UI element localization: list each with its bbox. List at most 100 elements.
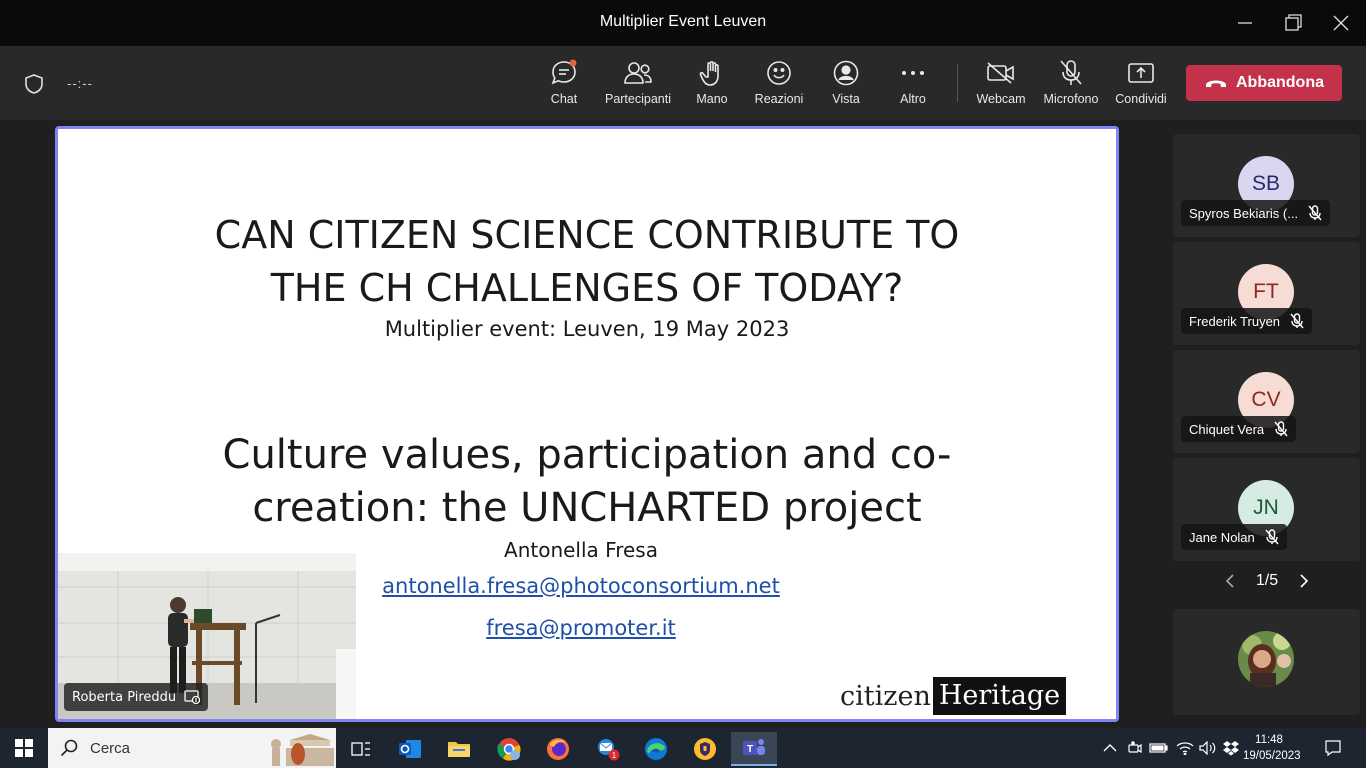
start-button[interactable]	[0, 728, 48, 768]
taskbar-clock[interactable]: 11:48 19/05/2023	[1243, 732, 1301, 764]
brave-icon[interactable]	[685, 732, 725, 766]
outlook-icon[interactable]	[390, 732, 430, 766]
slide-subtitle: Multiplier event: Leuven, 19 May 2023	[384, 317, 790, 341]
participant-name: Jane Nolan	[1189, 529, 1255, 545]
citizen-heritage-logo: citizen Heritage	[840, 677, 1067, 715]
chat-label: Chat	[550, 92, 578, 106]
maximize-button[interactable]	[1270, 8, 1316, 38]
dropbox-icon[interactable]	[1221, 728, 1241, 768]
mail-badge: 1	[612, 751, 617, 760]
edge-icon[interactable]	[636, 732, 676, 766]
chevron-up-icon[interactable]	[1100, 728, 1120, 768]
toolbar-divider	[957, 64, 958, 102]
participant-name-tag: Chiquet Vera	[1181, 416, 1297, 442]
shared-screen[interactable]: CAN CITIZEN SCIENCE CONTRIBUTE TO THE CH…	[55, 126, 1119, 722]
participant-tile[interactable]: JN Jane Nolan	[1173, 458, 1360, 561]
raise-hand-button[interactable]: Mano	[677, 58, 747, 110]
slide-email-2: fresa@promoter.it	[486, 616, 676, 640]
window-titlebar: Multiplier Event Leuven	[0, 0, 1366, 46]
microphone-label: Microfono	[1043, 92, 1099, 106]
search-highlight-icon	[271, 734, 334, 766]
minimize-button[interactable]	[1222, 8, 1268, 38]
close-icon	[1333, 15, 1349, 31]
shield-icon[interactable]	[24, 73, 44, 100]
camera-off-icon	[986, 58, 1016, 88]
wifi-icon[interactable]	[1174, 728, 1196, 768]
roster-page-indicator: 1/5	[1255, 572, 1279, 589]
window-title: Multiplier Event Leuven	[599, 13, 767, 30]
participant-tile[interactable]: SB Spyros Bekiaris (...	[1173, 134, 1360, 237]
mic-muted-icon	[1290, 313, 1304, 329]
task-view-icon[interactable]	[341, 732, 381, 766]
webcam-label: Webcam	[976, 92, 1026, 106]
notifications-icon[interactable]	[1320, 728, 1346, 768]
view-button[interactable]: Vista	[811, 58, 881, 110]
self-avatar	[1238, 631, 1294, 687]
meeting-timer: --:--	[67, 76, 93, 91]
chrome-icon[interactable]	[489, 732, 529, 766]
firefox-icon[interactable]	[538, 732, 578, 766]
chat-button[interactable]: Chat	[529, 58, 599, 110]
chevron-right-icon[interactable]	[1298, 573, 1310, 589]
microphone-button[interactable]: Microfono	[1036, 58, 1106, 110]
reactions-label: Reazioni	[754, 92, 804, 106]
presenter-video[interactable]: Roberta Pireddu	[58, 553, 356, 719]
restore-icon	[1285, 14, 1302, 31]
participants-label: Partecipanti	[604, 92, 671, 106]
presenter-name-tag: Roberta Pireddu	[64, 683, 209, 711]
logo-part-2: Heritage	[932, 677, 1067, 715]
more-button[interactable]: Altro	[878, 58, 948, 110]
people-icon	[623, 58, 653, 88]
slide-heading-line-1: Culture values, participation and co-	[222, 432, 952, 478]
participant-tile[interactable]: FT Frederik Truyen	[1173, 242, 1360, 345]
chevron-left-icon[interactable]	[1224, 573, 1236, 589]
meeting-toolbar: --:-- Chat Partecipanti Mano Reazioni Vi…	[0, 46, 1366, 120]
meet-now-icon[interactable]	[1126, 728, 1144, 768]
view-label: Vista	[832, 92, 860, 106]
close-window-button[interactable]	[1318, 8, 1364, 38]
presenter-name: Roberta Pireddu	[72, 689, 177, 705]
slide-author: Antonella Fresa	[504, 538, 658, 562]
battery-icon[interactable]	[1148, 728, 1170, 768]
smiley-icon	[766, 58, 792, 88]
file-explorer-icon[interactable]	[439, 732, 479, 766]
webcam-button[interactable]: Webcam	[966, 58, 1036, 110]
mic-muted-icon	[1308, 205, 1322, 221]
teams-icon[interactable]: T	[731, 732, 777, 766]
clock-time: 11:48	[1255, 734, 1283, 746]
leave-label: Abbandona	[1236, 74, 1324, 91]
mic-muted-icon	[1265, 529, 1279, 545]
chat-icon	[550, 58, 578, 88]
participants-button[interactable]: Partecipanti	[603, 58, 673, 110]
participant-name-tag: Frederik Truyen	[1181, 308, 1313, 334]
windows-taskbar: Cerca 1 T 11:48 19/05/2023	[0, 728, 1366, 768]
share-button[interactable]: Condividi	[1106, 58, 1176, 110]
mic-muted-icon	[1274, 421, 1288, 437]
mic-off-icon	[1058, 58, 1084, 88]
slide-heading-line-2: creation: the UNCHARTED project	[252, 485, 922, 531]
windows-logo-icon	[15, 739, 33, 757]
mail-app-icon[interactable]: 1	[587, 732, 627, 766]
slide-title: CAN CITIZEN SCIENCE CONTRIBUTE TO THE CH…	[58, 209, 1116, 315]
participant-name: Chiquet Vera	[1189, 421, 1265, 437]
volume-icon[interactable]	[1198, 728, 1218, 768]
slide-title-line-1: CAN CITIZEN SCIENCE CONTRIBUTE TO	[214, 213, 960, 257]
share-label: Condividi	[1115, 92, 1167, 106]
clock-date: 19/05/2023	[1243, 750, 1301, 762]
participant-name-tag: Spyros Bekiaris (...	[1181, 200, 1331, 226]
participant-name: Spyros Bekiaris (...	[1189, 205, 1299, 221]
roster-pager: 1/5	[1224, 572, 1310, 590]
screen-share-status-icon	[184, 690, 201, 704]
presentation-slide: CAN CITIZEN SCIENCE CONTRIBUTE TO THE CH…	[58, 129, 1116, 719]
leave-button[interactable]: Abbandona	[1186, 65, 1342, 101]
taskbar-search[interactable]: Cerca	[48, 728, 336, 768]
slide-email-1: antonella.fresa@photoconsortium.net	[382, 574, 780, 598]
slide-heading: Culture values, participation and co- cr…	[58, 429, 1116, 535]
hand-label: Mano	[696, 92, 728, 106]
self-video-tile[interactable]	[1173, 609, 1360, 715]
meeting-stage: CAN CITIZEN SCIENCE CONTRIBUTE TO THE CH…	[0, 120, 1366, 728]
reactions-button[interactable]: Reazioni	[744, 58, 814, 110]
participant-tile[interactable]: CV Chiquet Vera	[1173, 350, 1360, 453]
participant-name-tag: Jane Nolan	[1181, 524, 1287, 550]
search-icon	[60, 739, 78, 757]
